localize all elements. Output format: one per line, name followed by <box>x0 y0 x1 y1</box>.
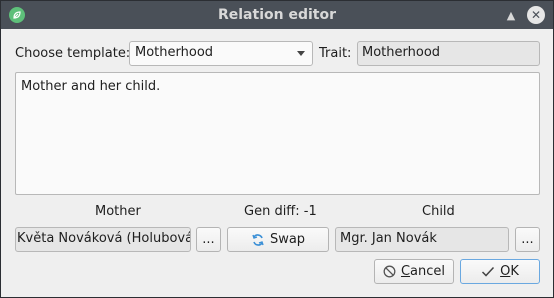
template-select[interactable]: Motherhood <box>129 41 313 66</box>
trait-field-value: Motherhood <box>362 45 441 60</box>
close-icon[interactable]: ✕ <box>527 6 545 24</box>
title-bar[interactable]: Relation editor ▲ ✕ <box>1 1 553 29</box>
ok-label-rest: K <box>510 264 519 279</box>
swap-button[interactable]: Swap <box>227 227 329 252</box>
cancel-circle-icon <box>383 265 396 278</box>
template-select-value: Motherhood <box>135 45 214 60</box>
ok-button[interactable]: OK <box>460 259 540 284</box>
left-role-label: Mother <box>95 204 141 219</box>
cancel-mnemonic: C <box>400 264 411 279</box>
left-person-field[interactable]: Květa Nováková (Holubová) <box>15 227 191 252</box>
description-text: Mother and her child. <box>21 79 161 94</box>
right-person-field[interactable]: Mgr. Jan Novák <box>335 227 509 252</box>
relation-editor-window: Relation editor ▲ ✕ Choose template: Mot… <box>0 0 554 298</box>
left-person-name: Květa Nováková (Holubová) <box>17 231 191 246</box>
swap-label: Swap <box>269 232 306 247</box>
cancel-button[interactable]: Cancel <box>374 259 454 284</box>
ok-mnemonic: O <box>500 264 511 279</box>
right-person-name: Mgr. Jan Novák <box>340 231 437 246</box>
right-person-browse-button[interactable]: ... <box>515 227 540 252</box>
trait-field[interactable]: Motherhood <box>357 41 540 66</box>
trait-label: Trait: <box>319 46 352 61</box>
description-textarea[interactable]: Mother and her child. <box>15 72 540 195</box>
cancel-label: Cancel <box>401 264 445 279</box>
gen-diff-label: Gen diff: -1 <box>244 204 317 219</box>
left-browse-label: ... <box>202 232 215 247</box>
window-title: Relation editor <box>217 7 336 23</box>
right-role-label: Child <box>422 204 455 219</box>
cancel-label-rest: ancel <box>410 264 446 279</box>
checkmark-icon <box>481 266 495 278</box>
template-label: Choose template: <box>15 46 131 61</box>
chevron-down-icon <box>297 51 305 56</box>
ok-label: OK <box>500 264 519 279</box>
left-person-browse-button[interactable]: ... <box>196 227 221 252</box>
swap-arrows-icon <box>251 233 265 247</box>
right-browse-label: ... <box>521 232 534 247</box>
shade-up-icon[interactable]: ▲ <box>503 7 519 23</box>
